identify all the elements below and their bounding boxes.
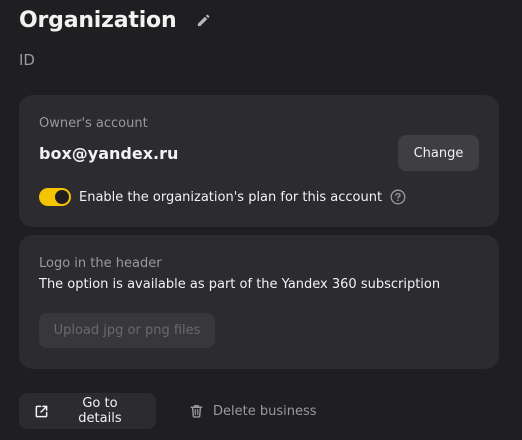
logo-availability-text: The option is available as part of the Y… [39,277,441,292]
toggle-knob [55,190,69,204]
header-logo-card: Logo in the header The option is availab… [19,235,499,369]
plan-toggle-row: Enable the organization's plan for this … [39,188,406,206]
question-circle-icon[interactable] [390,189,406,205]
trash-icon [188,403,204,419]
plan-toggle-switch[interactable] [39,188,71,206]
footer-actions: Go to details Delete business [19,393,333,429]
owner-account-card: Owner's account box@yandex.ru Change Ena… [19,95,499,227]
delete-business-button[interactable]: Delete business [172,393,333,429]
go-to-details-label: Go to details [78,396,122,426]
title-row: Organization [19,8,212,33]
edit-title-button[interactable] [194,12,212,30]
delete-business-label: Delete business [213,403,317,419]
plan-toggle-label: Enable the organization's plan for this … [79,189,383,205]
upload-logo-button[interactable]: Upload jpg or png files [39,313,215,348]
organization-id-label: ID [19,51,35,69]
external-link-icon [34,403,50,419]
logo-header-label: Logo in the header [39,256,162,271]
owner-account-label: Owner's account [39,116,148,131]
go-to-details-button[interactable]: Go to details [19,393,156,429]
pencil-icon [195,13,211,29]
page-title: Organization [19,8,177,33]
owner-email: box@yandex.ru [39,144,179,163]
change-owner-button[interactable]: Change [398,135,479,171]
